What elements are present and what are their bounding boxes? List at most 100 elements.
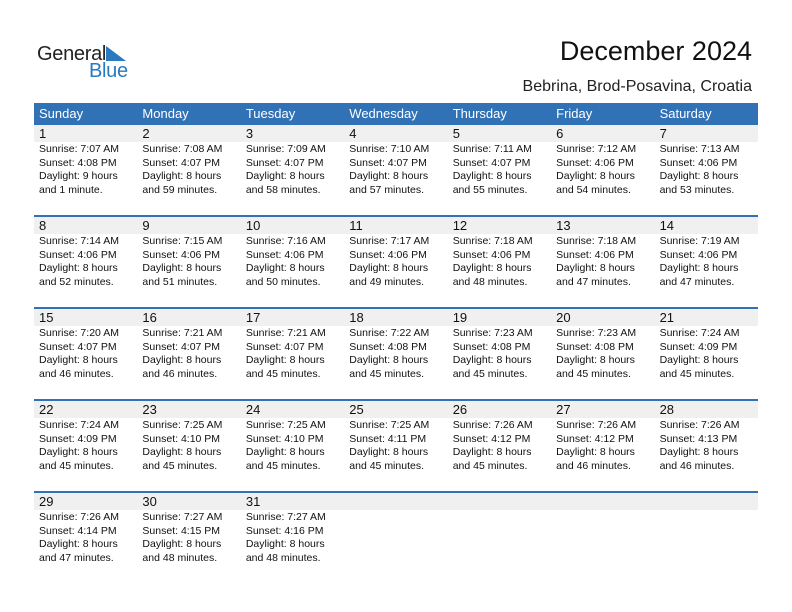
daylight-text: and 59 minutes. [142, 183, 218, 196]
calendar-grid: Sunday Monday Tuesday Wednesday Thursday… [34, 103, 758, 583]
day-number: 18 [344, 309, 448, 326]
sunrise-text: Sunrise: 7:22 AM [349, 327, 430, 339]
daylight-text: and 53 minutes. [659, 183, 735, 196]
daylight-text: and 45 minutes. [349, 367, 424, 380]
sunrise-text: Sunrise: 7:25 AM [349, 419, 430, 431]
sunrise-text: Sunrise: 7:10 AM [349, 143, 430, 155]
day-info: Sunrise: 7:18 AM Sunset: 4:06 PM Daylight:… [551, 234, 654, 289]
daylight-text: Daylight: 8 hours [245, 170, 325, 182]
day-info: Sunrise: 7:17 AM Sunset: 4:06 PM Daylight:… [344, 234, 447, 289]
sunset-text: Sunset: 4:06 PM [556, 156, 634, 169]
daylight-text: Daylight: 8 hours [39, 446, 118, 458]
empty-day-cell [654, 493, 758, 583]
day-number: 4 [344, 125, 448, 142]
sunrise-text: Sunrise: 7:18 AM [452, 235, 533, 247]
sunset-text: Sunset: 4:12 PM [556, 432, 634, 445]
day-number: 26 [447, 401, 552, 418]
sunset-text: Sunset: 4:16 PM [245, 524, 324, 537]
day-number: 16 [137, 309, 241, 326]
logo-word-blue: Blue [89, 60, 128, 82]
daylight-text: Daylight: 8 hours [556, 354, 635, 366]
day-number: 19 [447, 309, 552, 326]
week-row: 22 Sunrise: 7:24 AM Sunset: 4:09 PM Dayligh… [34, 399, 758, 491]
day-number: 21 [654, 309, 758, 326]
day-number [344, 493, 448, 510]
day-number: 30 [137, 493, 241, 510]
daylight-text: Daylight: 8 hours [39, 538, 118, 550]
day-number: 27 [551, 401, 655, 418]
week-row: 29 Sunrise: 7:26 AM Sunset: 4:14 PM Dayligh… [34, 491, 758, 583]
daylight-text: Daylight: 8 hours [245, 354, 325, 366]
day-cell: 1 Sunrise: 7:07 AM Sunset: 4:08 PM Daylight… [34, 125, 138, 215]
sunset-text: Sunset: 4:07 PM [39, 340, 117, 353]
day-cell: 26 Sunrise: 7:26 AM Sunset: 4:12 PM Dayligh… [447, 401, 552, 491]
day-info: Sunrise: 7:24 AM Sunset: 4:09 PM Daylight:… [655, 326, 758, 381]
day-number: 22 [34, 401, 138, 418]
sunset-text: Sunset: 4:07 PM [349, 156, 427, 169]
day-info: Sunrise: 7:25 AM Sunset: 4:10 PM Daylight:… [241, 418, 344, 473]
daylight-text: and 55 minutes. [452, 183, 528, 196]
daylight-text: and 50 minutes. [245, 275, 321, 288]
empty-day-cell [447, 493, 552, 583]
daylight-text: and 45 minutes. [142, 459, 218, 472]
day-cell: 22 Sunrise: 7:24 AM Sunset: 4:09 PM Dayligh… [34, 401, 138, 491]
daylight-text: and 51 minutes. [142, 275, 218, 288]
day-cell: 25 Sunrise: 7:25 AM Sunset: 4:11 PM Dayligh… [344, 401, 448, 491]
day-info: Sunrise: 7:13 AM Sunset: 4:06 PM Daylight:… [655, 142, 758, 197]
sunrise-text: Sunrise: 7:27 AM [245, 511, 326, 523]
sunrise-text: Sunrise: 7:27 AM [142, 511, 223, 523]
daylight-text: Daylight: 8 hours [349, 446, 429, 458]
day-number: 29 [34, 493, 138, 510]
day-number [654, 493, 758, 510]
sunrise-text: Sunrise: 7:08 AM [142, 143, 223, 155]
day-cell: 13 Sunrise: 7:18 AM Sunset: 4:06 PM Dayligh… [551, 217, 655, 307]
day-cell: 9 Sunrise: 7:15 AM Sunset: 4:06 PM Daylight… [137, 217, 241, 307]
weekday-sunday: Sunday [39, 106, 84, 121]
daylight-text: and 58 minutes. [245, 183, 321, 196]
sunset-text: Sunset: 4:08 PM [349, 340, 427, 353]
daylight-text: and 48 minutes. [245, 551, 321, 564]
daylight-text: Daylight: 8 hours [142, 354, 222, 366]
sunset-text: Sunset: 4:09 PM [39, 432, 117, 445]
day-number [551, 493, 655, 510]
day-info: Sunrise: 7:26 AM Sunset: 4:14 PM Daylight:… [34, 510, 137, 565]
daylight-text: Daylight: 8 hours [659, 262, 739, 274]
day-info: Sunrise: 7:09 AM Sunset: 4:07 PM Daylight:… [241, 142, 344, 197]
day-cell: 17 Sunrise: 7:21 AM Sunset: 4:07 PM Dayligh… [240, 309, 345, 399]
day-info: Sunrise: 7:27 AM Sunset: 4:16 PM Daylight:… [241, 510, 344, 565]
daylight-text: Daylight: 8 hours [39, 262, 118, 274]
daylight-text: and 45 minutes. [452, 459, 528, 472]
sunrise-text: Sunrise: 7:18 AM [556, 235, 637, 247]
week-row: 1 Sunrise: 7:07 AM Sunset: 4:08 PM Daylight… [34, 125, 758, 215]
daylight-text: and 45 minutes. [452, 367, 528, 380]
daylight-text: Daylight: 8 hours [556, 262, 635, 274]
daylight-text: and 47 minutes. [39, 551, 114, 564]
day-cell: 4 Sunrise: 7:10 AM Sunset: 4:07 PM Daylight… [344, 125, 448, 215]
day-info: Sunrise: 7:16 AM Sunset: 4:06 PM Daylight:… [241, 234, 344, 289]
day-info: Sunrise: 7:12 AM Sunset: 4:06 PM Daylight:… [551, 142, 654, 197]
day-info: Sunrise: 7:26 AM Sunset: 4:13 PM Daylight:… [655, 418, 758, 473]
day-cell: 29 Sunrise: 7:26 AM Sunset: 4:14 PM Dayligh… [34, 493, 138, 583]
sunset-text: Sunset: 4:12 PM [452, 432, 531, 445]
daylight-text: Daylight: 8 hours [556, 446, 635, 458]
sunset-text: Sunset: 4:10 PM [142, 432, 221, 445]
sunrise-text: Sunrise: 7:15 AM [142, 235, 223, 247]
sunset-text: Sunset: 4:07 PM [142, 340, 221, 353]
sunset-text: Sunset: 4:06 PM [245, 248, 324, 261]
sunset-text: Sunset: 4:07 PM [452, 156, 531, 169]
weekday-header-row: Sunday Monday Tuesday Wednesday Thursday… [34, 103, 758, 125]
sunset-text: Sunset: 4:06 PM [452, 248, 531, 261]
day-info: Sunrise: 7:23 AM Sunset: 4:08 PM Daylight:… [551, 326, 654, 381]
day-cell: 19 Sunrise: 7:23 AM Sunset: 4:08 PM Dayligh… [447, 309, 552, 399]
day-number: 17 [240, 309, 345, 326]
sunrise-text: Sunrise: 7:24 AM [659, 327, 740, 339]
empty-day-cell [344, 493, 448, 583]
weekday-tuesday: Tuesday [245, 106, 296, 121]
daylight-text: and 45 minutes. [245, 367, 321, 380]
empty-day-cell [551, 493, 655, 583]
day-number: 13 [551, 217, 655, 234]
sunset-text: Sunset: 4:14 PM [39, 524, 117, 537]
daylight-text: Daylight: 8 hours [142, 262, 222, 274]
sunrise-text: Sunrise: 7:21 AM [245, 327, 326, 339]
sunrise-text: Sunrise: 7:19 AM [659, 235, 740, 247]
